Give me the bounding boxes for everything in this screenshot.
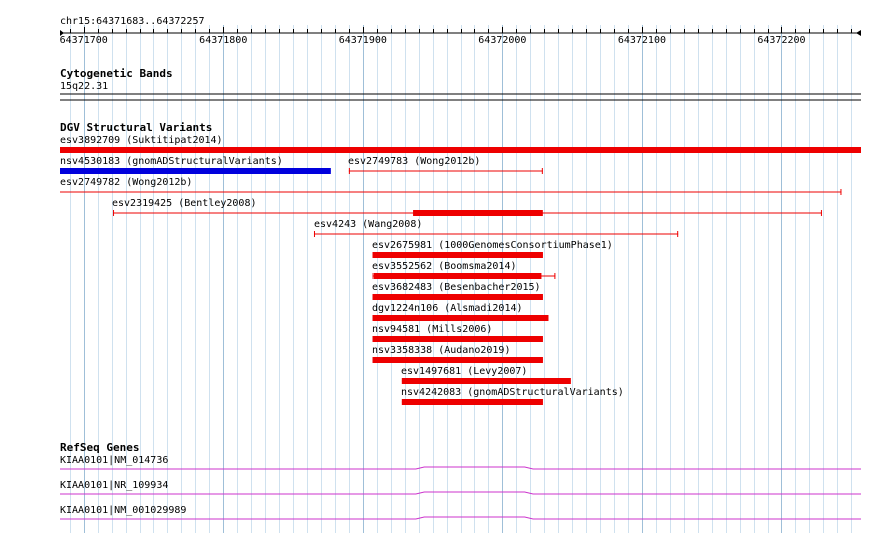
dgv-feature-label[interactable]: esv1497681 (Levy2007) (401, 366, 527, 377)
dgv-feature-label[interactable]: esv3682483 (Besenbacher2015) (372, 282, 541, 293)
refseq-track-title: RefSeq Genes (60, 441, 140, 454)
dgv-feature[interactable] (372, 336, 543, 342)
dgv-feature-label[interactable]: esv3892709 (Suktitipat2014) (60, 135, 223, 146)
dgv-feature-label[interactable]: esv2749783 (Wong2012b) (348, 156, 480, 167)
dgv-feature-label[interactable]: nsv94581 (Mills2006) (372, 324, 492, 335)
feature-thick-bar (60, 147, 861, 153)
dgv-feature-label[interactable]: nsv3358338 (Audano2019) (372, 345, 510, 356)
feature-thick-bar (413, 210, 543, 216)
dgv-feature-label[interactable]: dgv1224n106 (Alsmadi2014) (372, 303, 523, 314)
ruler-tick-label: 64371800 (199, 35, 248, 46)
feature-thick-bar (372, 294, 543, 300)
dgv-feature[interactable] (401, 378, 571, 384)
refseq-gene-label[interactable]: KIAA0101|NM_014736 (60, 455, 168, 466)
dgv-feature[interactable] (372, 273, 556, 279)
feature-thick-bar (60, 168, 331, 174)
ruler-tick-label: 64372200 (757, 35, 806, 46)
feature-thick-bar (372, 315, 549, 321)
ruler-tick-label: 64372000 (478, 35, 527, 46)
refseq-gene-label[interactable]: KIAA0101|NM_001029989 (60, 505, 186, 516)
feature-thick-bar (401, 399, 543, 405)
ruler-region-label: chr15:64371683..64372257 (60, 16, 205, 27)
cytoband-track-title: Cytogenetic Bands (60, 67, 173, 80)
dgv-feature-label[interactable]: esv3552562 (Boomsma2014) (372, 261, 517, 272)
refseq-gene-label[interactable]: KIAA0101|NR_109934 (60, 480, 168, 491)
dgv-feature-label[interactable]: esv2749782 (Wong2012b) (60, 177, 192, 188)
dgv-feature[interactable] (372, 315, 549, 321)
cytoband-label[interactable]: 15q22.31 (60, 81, 108, 92)
dgv-feature[interactable] (113, 210, 822, 216)
ruler-tick-label: 64371700 (59, 35, 108, 46)
ruler-tick-label: 64371900 (338, 35, 387, 46)
feature-thick-bar (372, 252, 543, 258)
dgv-feature-label[interactable]: nsv4530183 (gnomADStructuralVariants) (60, 156, 283, 167)
dgv-feature[interactable] (60, 147, 861, 153)
dgv-feature-label[interactable]: nsv4242083 (gnomADStructuralVariants) (401, 387, 624, 398)
dgv-feature[interactable] (372, 252, 543, 258)
feature-thick-bar (401, 378, 571, 384)
dgv-track-title: DGV Structural Variants (60, 121, 213, 134)
dgv-feature[interactable] (60, 189, 842, 195)
dgv-feature-label[interactable]: esv4243 (Wang2008) (314, 219, 422, 230)
feature-thick-bar (372, 336, 543, 342)
ruler-tick-label: 64372100 (617, 35, 666, 46)
dgv-feature-label[interactable]: esv2319425 (Bentley2008) (112, 198, 257, 209)
dgv-feature-label[interactable]: esv2675981 (1000GenomesConsortiumPhase1) (372, 240, 613, 251)
dgv-feature[interactable] (401, 399, 543, 405)
dgv-feature[interactable] (313, 231, 679, 237)
dgv-feature[interactable] (60, 168, 331, 174)
dgv-feature[interactable] (372, 357, 543, 363)
feature-thick-bar (372, 357, 543, 363)
ruler-right-arrow-icon (856, 30, 861, 36)
feature-thick-bar (373, 273, 542, 279)
dgv-feature[interactable] (372, 294, 543, 300)
